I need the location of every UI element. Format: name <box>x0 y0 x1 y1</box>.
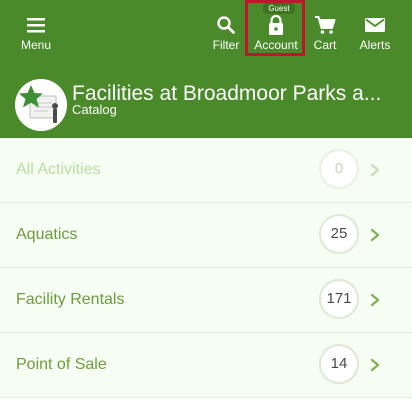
chevron-right-icon <box>370 163 380 177</box>
filter-button[interactable]: Filter <box>206 0 246 60</box>
alerts-button[interactable]: Alerts <box>350 0 400 60</box>
facility-logo-art <box>15 79 67 131</box>
menu-icon <box>25 14 47 36</box>
chevron-right-icon <box>370 228 380 242</box>
category-label: Facility Rentals <box>16 291 125 308</box>
category-row-facility-rentals[interactable]: Facility Rentals 171 <box>0 268 412 333</box>
category-row-all-activities[interactable]: All Activities 0 <box>0 138 412 203</box>
catalog-header: Facilities at Broadmoor Parks a... Catal… <box>0 73 412 138</box>
category-count: 171 <box>319 279 359 319</box>
category-label: All Activities <box>16 161 101 178</box>
top-navigation-bar: Menu Filter Account Guest Cart Alerts <box>0 0 412 73</box>
account-label: Account <box>254 38 298 52</box>
category-count: 0 <box>319 149 359 189</box>
facility-logo <box>15 79 67 131</box>
alerts-label: Alerts <box>359 38 391 52</box>
cart-icon <box>314 14 336 36</box>
page-title: Facilities at Broadmoor Parks a... <box>72 82 382 105</box>
page-subtitle: Catalog <box>72 102 117 117</box>
category-count: 14 <box>319 344 359 384</box>
filter-label: Filter <box>212 38 240 52</box>
search-icon <box>216 14 236 36</box>
chevron-right-icon <box>370 293 380 307</box>
menu-button[interactable]: Menu <box>10 0 62 60</box>
guest-badge: Guest <box>263 3 295 14</box>
cart-label: Cart <box>313 38 337 52</box>
category-list: All Activities 0 Aquatics 25 Facility Re… <box>0 138 412 398</box>
category-row-point-of-sale[interactable]: Point of Sale 14 <box>0 333 412 398</box>
mail-icon <box>364 14 386 36</box>
category-label: Aquatics <box>16 226 78 243</box>
menu-label: Menu <box>20 38 52 52</box>
category-row-aquatics[interactable]: Aquatics 25 <box>0 203 412 268</box>
chevron-right-icon <box>370 358 380 372</box>
cart-button[interactable]: Cart <box>306 0 344 60</box>
category-count: 25 <box>319 214 359 254</box>
lock-icon <box>267 14 285 36</box>
category-label: Point of Sale <box>16 356 107 373</box>
